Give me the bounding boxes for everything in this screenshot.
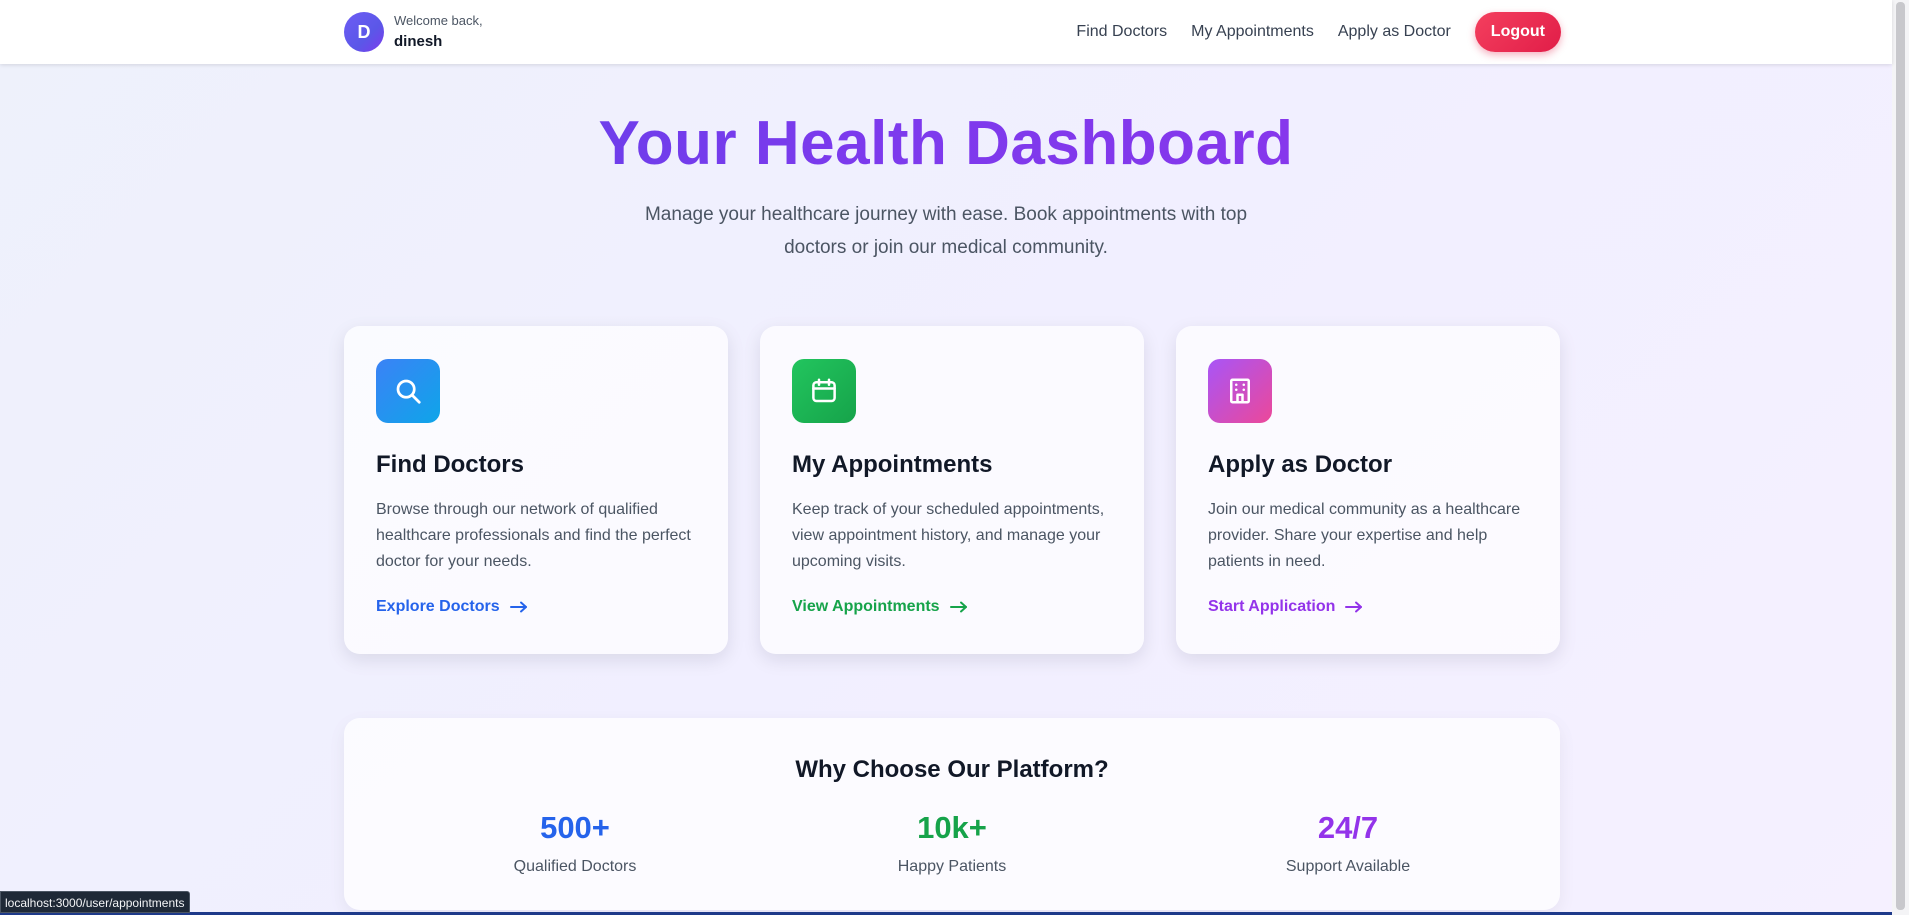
card-description: Keep track of your scheduled appointment… [792,501,1105,570]
stat-value: 500+ [540,810,610,845]
stat-label: Happy Patients [897,858,1007,875]
scrollbar-track[interactable] [1892,0,1909,915]
stat-qualified-doctors: 500+ Qualified Doctors [415,810,735,876]
card-description: Join our medical community as a healthca… [1208,501,1521,570]
stat-value: 24/7 [1317,810,1379,845]
link-label: Explore Doctors [376,598,500,615]
arrow-right-icon [509,601,527,613]
link-label: Start Application [1208,598,1336,615]
card-my-appointments[interactable]: My Appointments Keep track of your sched… [760,326,1144,654]
stat-label: Support Available [1285,858,1411,875]
view-appointments-link[interactable]: View Appointments [792,598,968,616]
avatar: D [344,12,384,52]
user-greeting: D Welcome back, dinesh [344,12,483,52]
stats-title: Why Choose Our Platform? [795,756,1109,783]
arrow-right-icon [949,601,967,613]
logout-button[interactable]: Logout [1474,12,1561,52]
platform-stats: Why Choose Our Platform? 500+ Qualified … [344,718,1560,910]
stat-happy-patients: 10k+ Happy Patients [792,810,1112,876]
start-application-link[interactable]: Start Application [1208,598,1363,616]
nav-my-appointments[interactable]: My Appointments [1191,23,1314,41]
card-apply-as-doctor[interactable]: Apply as Doctor Join our medical communi… [1176,326,1560,654]
nav-find-doctors[interactable]: Find Doctors [1076,23,1167,41]
card-title: My Appointments [792,451,993,478]
link-label: View Appointments [792,598,940,615]
welcome-text: Welcome back, [394,13,483,29]
main-nav: Find Doctors My Appointments Apply as Do… [1076,12,1561,52]
card-find-doctors[interactable]: Find Doctors Browse through our network … [344,326,728,654]
status-bar-url: localhost:3000/user/appointments [0,891,191,913]
explore-doctors-link[interactable]: Explore Doctors [376,598,528,616]
scrollbar-thumb[interactable] [1896,2,1905,910]
top-navbar: D Welcome back, dinesh Find Doctors My A… [0,0,1892,64]
card-title: Apply as Doctor [1208,451,1393,478]
username: dinesh [394,32,443,50]
calendar-icon [792,359,856,423]
stat-support-available: 24/7 Support Available [1188,810,1508,876]
navbar-inner: D Welcome back, dinesh Find Doctors My A… [344,0,1561,64]
card-title: Find Doctors [376,451,524,478]
stat-value: 10k+ [917,810,987,845]
page-subtitle: Manage your healthcare journey with ease… [644,204,1248,258]
arrow-right-icon [1345,601,1363,613]
search-icon [376,359,440,423]
building-icon [1208,359,1272,423]
card-description: Browse through our network of qualified … [376,501,691,570]
stat-label: Qualified Doctors [513,858,637,875]
nav-apply-as-doctor[interactable]: Apply as Doctor [1338,23,1451,41]
page-title: Your Health Dashboard [0,108,1892,179]
user-text: Welcome back, dinesh [394,13,483,51]
